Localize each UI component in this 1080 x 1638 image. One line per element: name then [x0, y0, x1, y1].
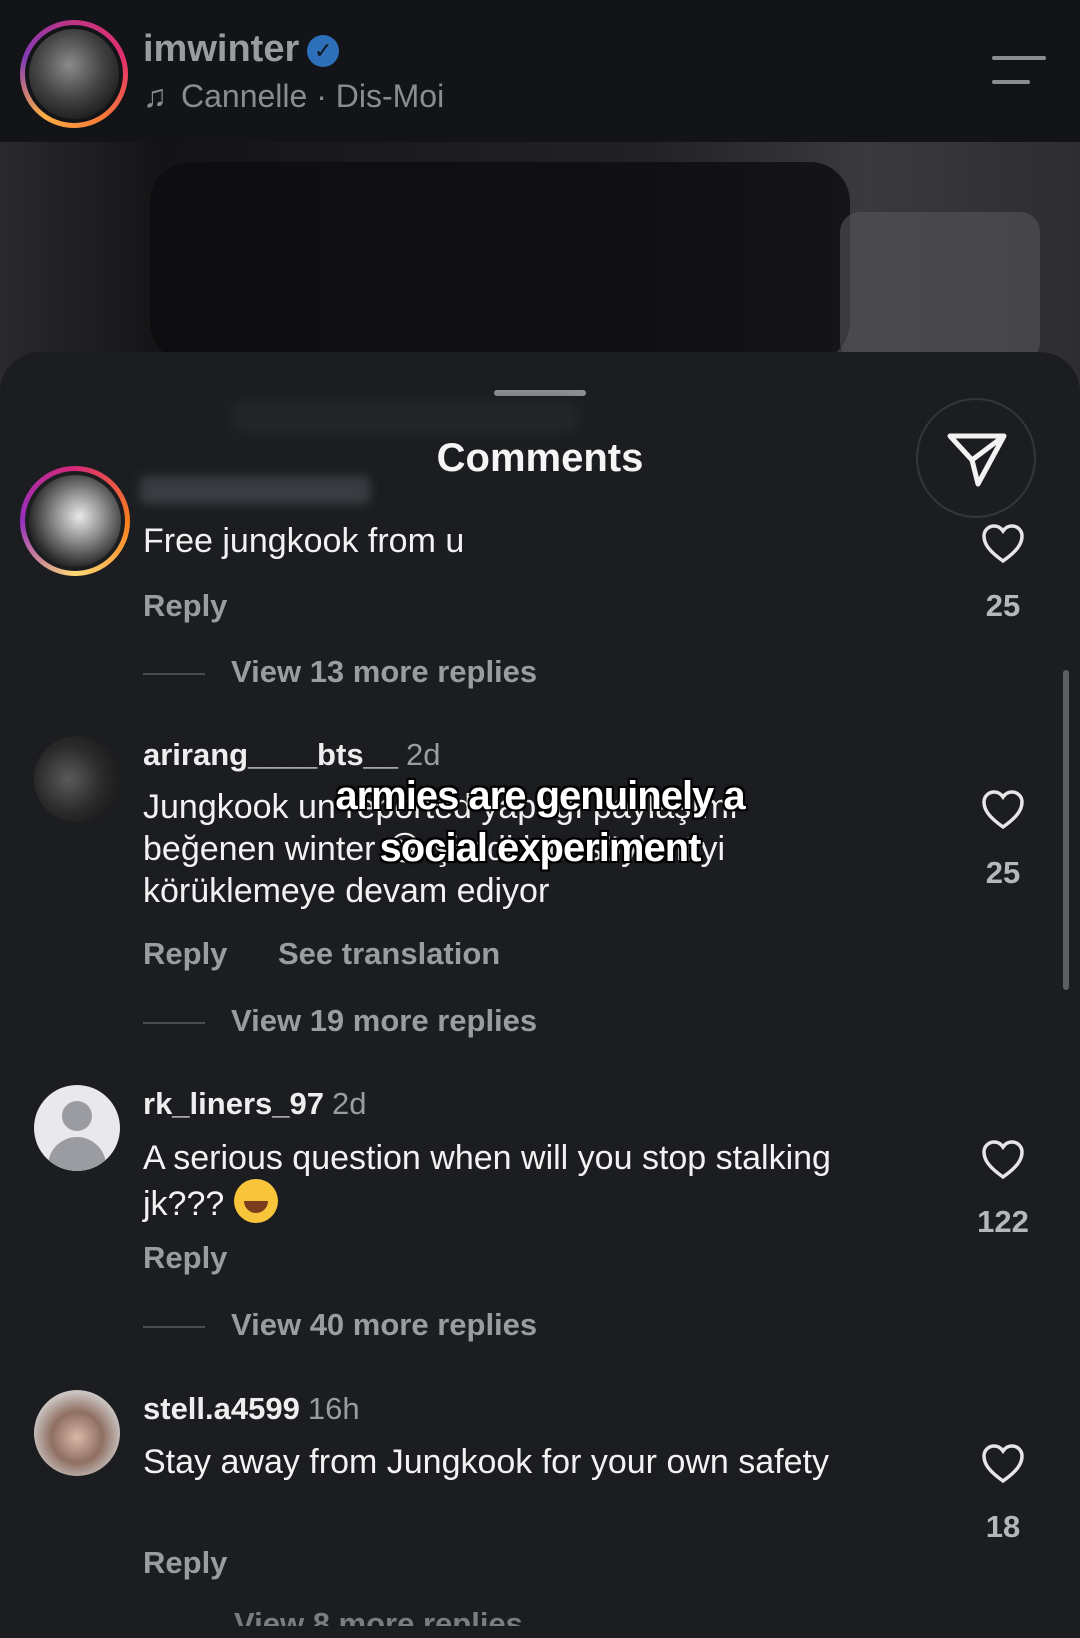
author-avatar[interactable]: [20, 20, 128, 128]
like-count: 18: [985, 1509, 1021, 1544]
comment-username[interactable]: arirang____bts__ 2d: [143, 737, 441, 773]
commenter-avatar[interactable]: [34, 1085, 120, 1171]
video-caption-overlay: armies are genuinely a social experiment: [210, 770, 870, 874]
view-replies-button[interactable]: View 19 more replies: [143, 1003, 537, 1039]
author-username[interactable]: imwinter ✓: [143, 28, 340, 71]
reply-button[interactable]: Reply: [143, 1545, 227, 1581]
commenter-avatar[interactable]: [34, 736, 120, 822]
view-replies-label[interactable]: View 19 more replies: [231, 1003, 537, 1038]
view-replies-button[interactable]: View 8 more replies: [234, 1606, 523, 1626]
comment-text: Stay away from Jungkook for your own saf…: [143, 1443, 829, 1481]
comment-text: A serious question when will you stop st…: [143, 1137, 843, 1225]
username-text[interactable]: arirang____bts__: [143, 737, 398, 772]
comment-time: 2d: [406, 737, 441, 772]
comment-time: 2d: [331, 1086, 367, 1121]
scrollbar[interactable]: [1063, 670, 1069, 990]
heart-icon[interactable]: [981, 1444, 1025, 1484]
author-username-text[interactable]: imwinter: [143, 28, 299, 70]
comment-time: 16h: [307, 1391, 360, 1426]
like-count: 25: [985, 588, 1021, 623]
music-note-icon: ♫: [143, 78, 167, 114]
share-button[interactable]: [916, 398, 1036, 518]
caption-line-1: armies are genuinely a: [335, 774, 745, 818]
like-count: 122: [977, 1204, 1029, 1239]
view-replies-button[interactable]: View 40 more replies: [143, 1307, 537, 1343]
view-replies-label[interactable]: View 40 more replies: [231, 1307, 537, 1342]
heart-icon[interactable]: [981, 1140, 1025, 1180]
music-label[interactable]: ♫ Cannelle · Dis-Moi: [143, 78, 444, 115]
comment-username[interactable]: stell.a4599 16h: [143, 1391, 360, 1427]
like-count: 25: [985, 855, 1021, 890]
reply-button[interactable]: Reply: [143, 1240, 227, 1276]
see-translation-button[interactable]: See translation: [278, 936, 500, 972]
caption-line-2: social experiment: [379, 826, 702, 870]
comment-username[interactable]: rk_liners_97 2d: [143, 1086, 366, 1122]
commenter-avatar[interactable]: [20, 466, 130, 576]
verified-icon: ✓: [307, 34, 340, 67]
heart-icon[interactable]: [981, 790, 1025, 830]
username-text[interactable]: stell.a4599: [143, 1391, 300, 1426]
username-text[interactable]: rk_liners_97: [143, 1086, 324, 1121]
reply-button[interactable]: Reply: [143, 588, 227, 624]
view-replies-label[interactable]: View 13 more replies: [231, 654, 537, 689]
laughing-emoji-icon: [233, 1179, 278, 1223]
sheet-drag-handle[interactable]: [494, 390, 586, 396]
post-header: imwinter ✓ ♫ Cannelle · Dis-Moi: [0, 0, 1080, 142]
blurred-element: [230, 400, 580, 434]
reply-button[interactable]: Reply: [143, 936, 227, 972]
commenter-avatar[interactable]: [34, 1390, 120, 1476]
music-track[interactable]: Cannelle · Dis-Moi: [181, 78, 444, 114]
comment-text: Free jungkook from u: [143, 522, 465, 560]
blurred-username: [140, 476, 370, 504]
menu-icon[interactable]: [992, 56, 1046, 86]
share-icon: [947, 433, 1007, 487]
heart-icon[interactable]: [981, 524, 1025, 564]
view-replies-button[interactable]: View 13 more replies: [143, 654, 537, 690]
